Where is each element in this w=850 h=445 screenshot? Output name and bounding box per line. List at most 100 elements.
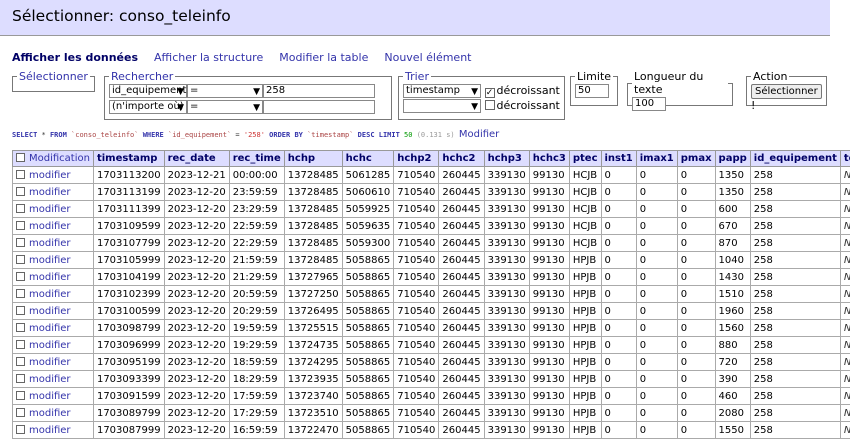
text-length-input[interactable]: 100	[632, 97, 666, 111]
row-edit-link[interactable]: modifier	[29, 340, 71, 351]
row-edit-link[interactable]: modifier	[29, 391, 71, 402]
cell-id-equipement: 258	[749, 251, 841, 269]
cell-pmax: 0	[676, 251, 716, 269]
row-checkbox[interactable]	[16, 220, 25, 230]
column-header-hchc3[interactable]: hchc3	[528, 150, 570, 167]
cell-pmax: 0	[676, 200, 716, 218]
menu-new-item[interactable]: Nouvel élément	[384, 51, 471, 64]
row-edit-link[interactable]: modifier	[29, 170, 71, 181]
select-fieldset[interactable]: Sélectionner	[12, 70, 95, 92]
column-header-imax1[interactable]: imax1	[635, 150, 678, 167]
cell-ptec: HPJB	[568, 370, 602, 388]
select-submit-button[interactable]: Sélectionner	[751, 84, 822, 99]
cell-timestamp: 1703111399	[92, 200, 165, 218]
search-operator-select-1[interactable]: = ▼	[187, 84, 263, 98]
row-edit-link[interactable]: modifier	[29, 323, 71, 334]
row-checkbox[interactable]	[16, 339, 25, 349]
select-all-checkbox[interactable]	[16, 153, 25, 162]
sort-desc-checkbox-2[interactable]	[484, 100, 495, 110]
row-edit-link[interactable]: modifier	[29, 425, 71, 436]
search-value-input-1[interactable]: 258	[263, 84, 375, 98]
limit-legend: Limite	[577, 70, 612, 83]
sort-column-select-2[interactable]: ▼	[403, 99, 481, 113]
menu-show-structure[interactable]: Afficher la structure	[154, 51, 263, 64]
select-all-header[interactable]: Modification	[12, 150, 94, 167]
row-checkbox[interactable]	[16, 237, 25, 247]
search-value-input-2[interactable]	[263, 100, 375, 114]
column-header-hchp3[interactable]: hchp3	[483, 150, 530, 167]
row-checkbox[interactable]	[16, 186, 25, 196]
action-bang[interactable]: !	[751, 99, 755, 112]
cell-hchc3: 99130	[528, 336, 570, 354]
row-checkbox[interactable]	[16, 407, 25, 417]
row-checkbox[interactable]	[16, 254, 25, 264]
row-select-cell: modifier	[12, 302, 94, 320]
cell-temp: NULL	[839, 319, 850, 337]
cell-hchc2: 260445	[438, 353, 485, 371]
row-edit-link[interactable]: modifier	[29, 255, 71, 266]
column-header-papp[interactable]: papp	[714, 150, 751, 167]
cell-inst1: 0	[600, 200, 637, 218]
edit-query-link[interactable]: Modifier	[459, 129, 499, 140]
row-checkbox[interactable]	[16, 271, 25, 281]
column-header-id-equipement[interactable]: id_equipement	[749, 150, 841, 167]
row-checkbox[interactable]	[16, 288, 25, 298]
column-header-hchp[interactable]: hchp	[283, 150, 343, 167]
cell-ptec: HPJB	[568, 251, 602, 269]
sort-legend[interactable]: Trier	[403, 70, 431, 83]
menu-show-data[interactable]: Afficher les données	[12, 51, 138, 64]
cell-hchp: 13728485	[283, 183, 343, 201]
search-operator-select-2[interactable]: = ▼	[187, 100, 263, 114]
row-checkbox[interactable]	[16, 322, 25, 332]
row-checkbox[interactable]	[16, 424, 25, 434]
column-header-hchc[interactable]: hchc	[341, 150, 395, 167]
menu-alter-table[interactable]: Modifier la table	[279, 51, 368, 64]
cell-rec-time: 23:59:59	[228, 183, 285, 201]
row-edit-link[interactable]: modifier	[29, 306, 71, 317]
row-checkbox[interactable]	[16, 305, 25, 315]
cell-hchc: 5058865	[341, 353, 395, 371]
row-edit-link[interactable]: modifier	[29, 187, 71, 198]
cell-inst1: 0	[600, 251, 637, 269]
cell-timestamp: 1703087999	[92, 421, 165, 439]
limit-input[interactable]: 50	[575, 84, 609, 98]
row-edit-link[interactable]: modifier	[29, 204, 71, 215]
row-checkbox[interactable]	[16, 356, 25, 366]
column-header-rec-time[interactable]: rec_time	[228, 150, 285, 167]
cell-timestamp: 1703105999	[92, 251, 165, 269]
cell-inst1: 0	[600, 285, 637, 303]
column-header-ptec[interactable]: ptec	[568, 150, 602, 167]
select-legend[interactable]: Sélectionner	[17, 70, 90, 83]
sort-column-select-1[interactable]: timestamp ▼	[403, 84, 481, 98]
column-header-hchc2[interactable]: hchc2	[438, 150, 485, 167]
cell-imax1: 0	[635, 268, 678, 286]
cell-hchc2: 260445	[438, 421, 485, 439]
column-header-temp[interactable]: temp	[839, 150, 850, 167]
row-edit-link[interactable]: modifier	[29, 289, 71, 300]
row-edit-link[interactable]: modifier	[29, 374, 71, 385]
row-edit-link[interactable]: modifier	[29, 357, 71, 368]
cell-hchp3: 339130	[483, 285, 530, 303]
row-edit-link[interactable]: modifier	[29, 272, 71, 283]
row-edit-link[interactable]: modifier	[29, 238, 71, 249]
cell-rec-time: 20:59:59	[228, 285, 285, 303]
column-header-hchp2[interactable]: hchp2	[393, 150, 440, 167]
search-column-select-1[interactable]: id_equipement ▼	[109, 84, 187, 98]
cell-temp: NULL	[839, 404, 850, 422]
cell-hchc2: 260445	[438, 268, 485, 286]
row-checkbox[interactable]	[16, 373, 25, 383]
column-header-pmax[interactable]: pmax	[676, 150, 716, 167]
search-column-select-2[interactable]: (n'importe où) ▼	[109, 100, 187, 114]
row-checkbox[interactable]	[16, 390, 25, 400]
column-header-inst1[interactable]: inst1	[600, 150, 637, 167]
cell-papp: 1550	[714, 421, 751, 439]
row-checkbox[interactable]	[16, 203, 25, 213]
search-legend[interactable]: Rechercher	[109, 70, 175, 83]
row-edit-link[interactable]: modifier	[29, 408, 71, 419]
cell-papp: 880	[714, 336, 751, 354]
row-edit-link[interactable]: modifier	[29, 221, 71, 232]
column-header-rec-date[interactable]: rec_date	[163, 150, 230, 167]
sort-desc-checkbox-1[interactable]: ✓	[484, 88, 495, 98]
column-header-timestamp[interactable]: timestamp	[92, 150, 165, 167]
row-checkbox[interactable]	[16, 169, 25, 179]
